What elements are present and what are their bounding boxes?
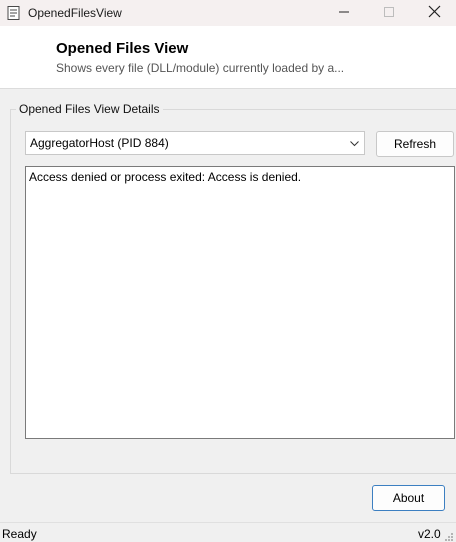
page-title: Opened Files View <box>56 40 189 57</box>
process-select[interactable]: AggregatorHost (PID 884) <box>25 131 365 155</box>
header-panel: Opened Files View Shows every file (DLL/… <box>0 26 456 89</box>
process-select-value: AggregatorHost (PID 884) <box>30 136 169 150</box>
refresh-button[interactable]: Refresh <box>376 131 454 157</box>
document-icon <box>7 6 20 20</box>
minimize-button[interactable] <box>321 0 367 26</box>
title-bar[interactable]: OpenedFilesView <box>0 0 456 26</box>
about-button[interactable]: About <box>372 485 445 511</box>
resize-grip-icon[interactable] <box>444 531 454 541</box>
window-title: OpenedFilesView <box>28 6 122 20</box>
close-icon <box>428 5 441 21</box>
minimize-icon <box>338 6 350 21</box>
page-subtitle: Shows every file (DLL/module) currently … <box>56 61 345 75</box>
version-label: v2.0 <box>418 527 441 541</box>
maximize-icon <box>383 6 395 21</box>
chevron-down-icon <box>349 138 360 149</box>
maximize-button[interactable] <box>366 0 412 26</box>
groupbox-legend: Opened Files View Details <box>16 102 163 116</box>
status-bar: Ready v2.0 <box>0 522 456 542</box>
output-text: Access denied or process exited: Access … <box>29 170 302 184</box>
close-button[interactable] <box>411 0 456 26</box>
output-textarea[interactable]: Access denied or process exited: Access … <box>25 166 455 439</box>
status-text: Ready <box>2 527 37 541</box>
